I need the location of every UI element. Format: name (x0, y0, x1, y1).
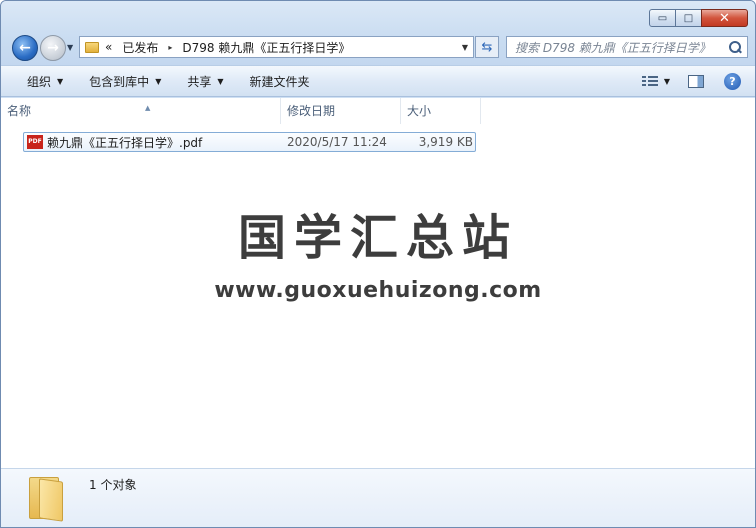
sort-ascending-icon: ▲ (145, 104, 151, 112)
recent-pages-dropdown[interactable]: ▼ (67, 43, 73, 52)
breadcrumb-overflow[interactable]: « (105, 40, 112, 54)
view-dropdown-icon[interactable]: ▼ (664, 77, 670, 86)
folder-icon (85, 41, 99, 53)
maximize-button[interactable]: □ (675, 9, 702, 27)
title-bar: ▭ □ ✕ ← → ▼ « 已发布 ▸ D798 赖九鼎《正五行择日学》 ▼ ⇆… (1, 1, 755, 65)
back-button[interactable]: ← (12, 35, 38, 61)
include-in-library-menu[interactable]: 包含到库中 ▼ (89, 73, 161, 90)
item-count: 1 个对象 (89, 478, 137, 492)
chevron-down-icon: ▼ (217, 76, 224, 86)
search-icon[interactable] (729, 41, 741, 53)
new-folder-label: 新建文件夹 (249, 74, 310, 89)
breadcrumb-separator-icon[interactable]: ▸ (168, 43, 172, 52)
folder-icon (29, 474, 63, 522)
share-menu[interactable]: 共享 ▼ (187, 73, 223, 90)
pdf-file-icon: PDF (27, 135, 43, 149)
organize-menu[interactable]: 组织 ▼ (27, 73, 63, 90)
watermark-title: 国学汇总站 (237, 210, 518, 266)
view-options-icon[interactable] (641, 75, 658, 87)
file-modified: 2020/5/17 11:24 (287, 135, 387, 149)
column-size-label: 大小 (407, 104, 432, 118)
organize-label: 组织 (27, 74, 52, 89)
breadcrumb-item-current[interactable]: D798 赖九鼎《正五行择日学》 (182, 39, 350, 56)
command-bar: 组织 ▼ 包含到库中 ▼ 共享 ▼ 新建文件夹 ▼ ? (1, 65, 755, 97)
help-icon[interactable]: ? (724, 72, 741, 90)
search-placeholder: 搜索 D798 赖九鼎《正五行择日学》 (515, 40, 711, 55)
new-folder-button[interactable]: 新建文件夹 (250, 73, 310, 90)
details-pane: 1 个对象 (1, 468, 755, 527)
share-label: 共享 (187, 74, 212, 89)
chevron-down-icon: ▼ (57, 76, 64, 86)
column-date[interactable]: 修改日期 (281, 98, 401, 124)
watermark-url: www.guoxuehuizong.com (214, 278, 542, 303)
file-size: 3,919 KB (418, 135, 473, 149)
file-name: 赖九鼎《正五行择日学》.pdf (47, 135, 203, 150)
view-controls: ▼ ? (641, 66, 755, 96)
breadcrumb-item[interactable]: 已发布 (122, 39, 158, 56)
watermark: 国学汇总站 www.guoxuehuizong.com (1, 208, 755, 303)
caption-buttons: ▭ □ ✕ (649, 9, 748, 27)
minimize-button[interactable]: ▭ (649, 9, 676, 27)
chevron-down-icon: ▼ (155, 76, 162, 86)
column-size[interactable]: 大小 (401, 98, 481, 124)
forward-button[interactable]: → (40, 35, 66, 61)
close-button[interactable]: ✕ (701, 9, 748, 27)
refresh-button[interactable]: ⇆ (475, 36, 499, 58)
include-label: 包含到库中 (89, 74, 150, 89)
file-row[interactable]: PDF 赖九鼎《正五行择日学》.pdf 2020/5/17 11:24 3,91… (23, 132, 476, 152)
column-name-label: 名称 (7, 104, 32, 118)
address-bar[interactable]: « 已发布 ▸ D798 赖九鼎《正五行择日学》 ▼ (79, 36, 474, 58)
preview-pane-icon[interactable] (688, 74, 704, 88)
column-header: 名称 ▲ 修改日期 大小 (1, 98, 481, 124)
address-dropdown-icon[interactable]: ▼ (462, 43, 468, 52)
file-list-area[interactable]: 名称 ▲ 修改日期 大小 PDF 赖九鼎《正五行择日学》.pdf 2020/5/… (1, 98, 755, 468)
column-name[interactable]: 名称 ▲ (1, 98, 281, 124)
explorer-window: ▭ □ ✕ ← → ▼ « 已发布 ▸ D798 赖九鼎《正五行择日学》 ▼ ⇆… (0, 0, 756, 528)
column-date-label: 修改日期 (287, 104, 336, 118)
search-input[interactable]: 搜索 D798 赖九鼎《正五行择日学》 (506, 36, 748, 58)
